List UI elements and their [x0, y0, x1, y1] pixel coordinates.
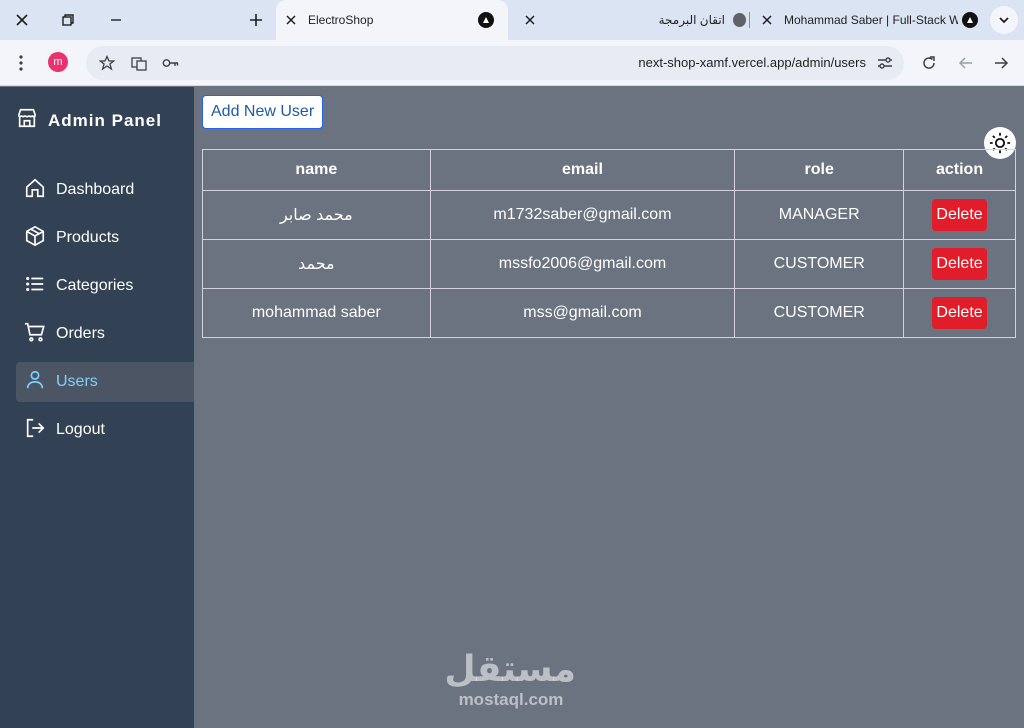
tab-title: ElectroShop — [308, 13, 374, 27]
profile-avatar[interactable]: m — [48, 52, 68, 72]
restore-window-icon[interactable] — [56, 8, 80, 32]
sidebar-item-label: Categories — [56, 277, 134, 294]
tab-title: اتقان البرمجة — [658, 13, 725, 27]
store-icon — [16, 107, 38, 134]
tab-separator — [749, 12, 750, 28]
cell-action: Delete — [903, 190, 1016, 240]
cell-email: m1732saber@gmail.com — [429, 190, 736, 240]
brand: Admin Panel — [16, 107, 162, 134]
tab-itqan[interactable]: اتقان البرمجة — [516, 0, 746, 40]
user-icon — [24, 369, 46, 396]
tab-title: Mohammad Saber | Full-Stack W — [784, 13, 958, 27]
tab-search-chevron-icon[interactable] — [990, 6, 1018, 34]
cell-role: CUSTOMER — [734, 288, 905, 338]
watermark-latin: mostaql.com — [458, 690, 564, 709]
cell-action: Delete — [903, 239, 1016, 289]
user-name: mohammad saber — [251, 304, 381, 321]
forward-arrow-icon[interactable] — [990, 52, 1012, 74]
cell-name: mohammad saber — [202, 288, 431, 338]
sidebar-item-products[interactable]: Products — [16, 218, 194, 258]
add-new-user-button[interactable]: Add New User — [202, 95, 324, 129]
main-content: Add New User name email role action محمد… — [194, 87, 1024, 728]
new-tab-icon[interactable] — [244, 8, 268, 32]
vercel-favicon-icon — [962, 12, 978, 28]
menu-kebab-icon[interactable] — [10, 52, 32, 74]
sidebar-item-label: Logout — [56, 421, 105, 438]
sidebar-item-users[interactable]: Users — [16, 362, 194, 402]
browser-tab-strip: ElectroShop اتقان البرمجة Mohammad Saber… — [0, 0, 1024, 40]
admin-sidebar: Admin Panel Dashboard Products Categorie… — [0, 87, 194, 728]
cell-role: CUSTOMER — [734, 239, 905, 289]
delete-user-button[interactable]: Delete — [932, 297, 987, 329]
table-row: محمد صابر m1732saber@gmail.com MANAGER D… — [202, 190, 1016, 240]
sidebar-item-orders[interactable]: Orders — [16, 314, 194, 354]
table-header-row: name email role action — [202, 149, 1016, 191]
sidebar-item-label: Users — [56, 373, 98, 390]
tab-electroshop[interactable]: ElectroShop — [276, 0, 508, 40]
cell-name: محمد — [202, 239, 431, 289]
delete-user-button[interactable]: Delete — [932, 199, 987, 231]
column-header-email: email — [429, 149, 736, 191]
cell-email: mss@gmail.com — [429, 288, 736, 338]
table-row: mohammad saber mss@gmail.com CUSTOMER De… — [202, 288, 1016, 338]
cell-action: Delete — [903, 288, 1016, 338]
column-header-action: action — [903, 149, 1016, 191]
globe-favicon-icon — [733, 13, 746, 27]
address-bar[interactable]: next-shop-xamf.vercel.app/admin/users — [86, 46, 904, 80]
sidebar-item-categories[interactable]: Categories — [16, 266, 194, 306]
reload-icon[interactable] — [918, 52, 940, 74]
logout-icon — [24, 417, 46, 444]
column-header-role: role — [734, 149, 905, 191]
close-window-icon[interactable] — [10, 8, 34, 32]
cell-role: MANAGER — [734, 190, 905, 240]
column-header-name: name — [202, 149, 431, 191]
back-arrow-icon[interactable] — [955, 52, 977, 74]
delete-user-button[interactable]: Delete — [932, 248, 987, 280]
minimize-window-icon[interactable] — [104, 8, 128, 32]
sidebar-item-label: Dashboard — [56, 181, 135, 198]
site-settings-icon[interactable] — [874, 52, 896, 74]
vercel-favicon-icon — [478, 12, 494, 28]
password-key-icon[interactable] — [160, 52, 182, 74]
sidebar-item-label: Orders — [56, 325, 105, 342]
home-icon — [24, 177, 46, 204]
watermark-arabic: مستقل — [444, 649, 576, 690]
user-name: محمد — [298, 256, 335, 273]
box-icon — [24, 225, 46, 252]
tab-close-icon[interactable] — [758, 11, 776, 29]
sidebar-item-dashboard[interactable]: Dashboard — [16, 170, 194, 210]
browser-toolbar: m next-shop-xamf.vercel.app/admin/users — [0, 40, 1024, 86]
brand-title: Admin Panel — [48, 110, 162, 130]
cart-icon — [24, 321, 46, 348]
tab-close-icon[interactable] — [522, 11, 539, 29]
cell-name: محمد صابر — [202, 190, 431, 240]
users-table: name email role action محمد صابر m1732sa… — [202, 149, 1016, 338]
tab-close-icon[interactable] — [282, 11, 300, 29]
bookmark-star-icon[interactable] — [96, 52, 118, 74]
sidebar-item-logout[interactable]: Logout — [16, 410, 194, 450]
table-row: محمد mssfo2006@gmail.com CUSTOMER Delete — [202, 239, 1016, 289]
list-icon — [24, 273, 46, 300]
sidebar-item-label: Products — [56, 229, 120, 246]
url-text: next-shop-xamf.vercel.app/admin/users — [638, 55, 866, 70]
translate-icon[interactable] — [128, 52, 150, 74]
cell-email: mssfo2006@gmail.com — [429, 239, 736, 289]
mostaql-watermark: مستقل mostaql.com — [444, 649, 576, 710]
tab-portfolio[interactable]: Mohammad Saber | Full-Stack W — [756, 0, 982, 40]
user-name: محمد صابر — [279, 207, 353, 224]
